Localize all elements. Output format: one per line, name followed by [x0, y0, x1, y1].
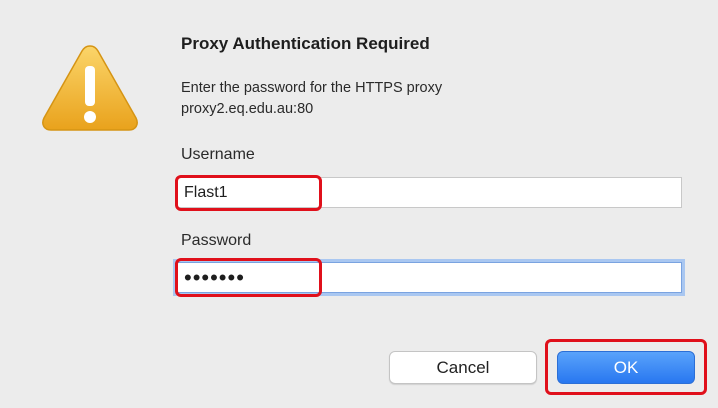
password-field[interactable]: ••••••• [176, 262, 682, 293]
dialog-message: Enter the password for the HTTPS proxy p… [181, 78, 661, 120]
message-line-2: proxy2.eq.edu.au:80 [181, 101, 314, 117]
dialog-title: Proxy Authentication Required [181, 34, 430, 53]
proxy-auth-dialog: Proxy Authentication Required Enter the … [0, 0, 718, 408]
message-line-1: Enter the password for the HTTPS proxy [181, 80, 443, 96]
warning-icon [42, 45, 138, 131]
cancel-button[interactable]: Cancel [389, 351, 537, 384]
password-label: Password [181, 232, 252, 249]
username-field[interactable]: Flast1 [176, 177, 682, 208]
username-label: Username [181, 146, 255, 163]
ok-button[interactable]: OK [557, 351, 695, 384]
